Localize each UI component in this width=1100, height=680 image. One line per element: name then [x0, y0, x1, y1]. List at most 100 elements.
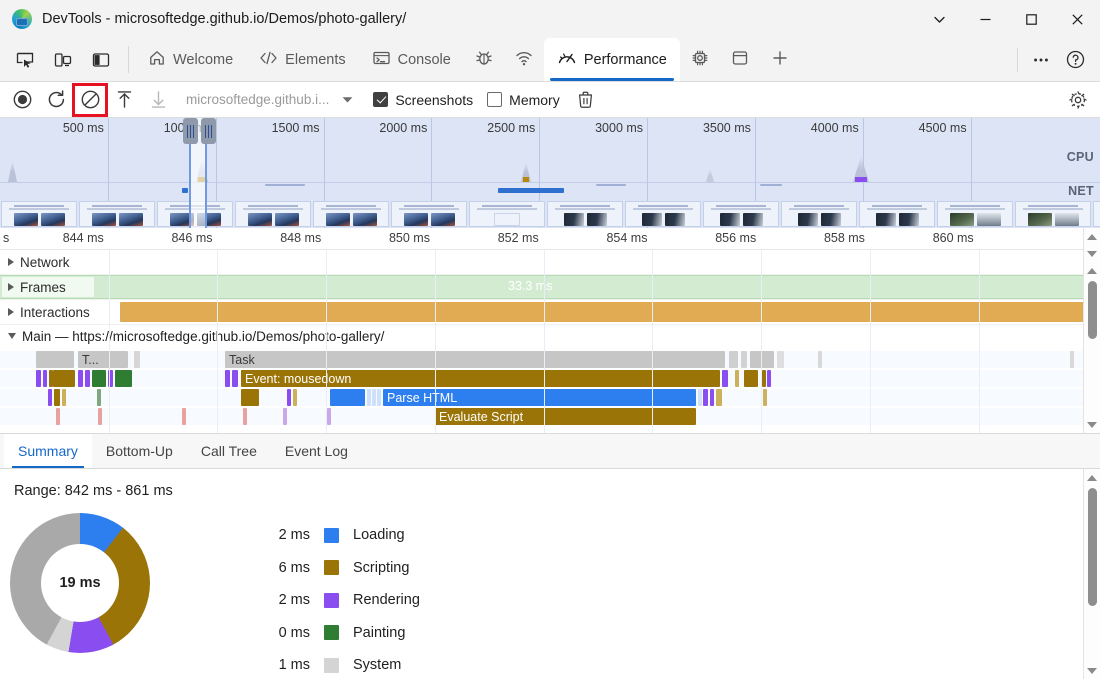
chevron-down-icon[interactable]: [335, 86, 359, 114]
filmstrip-screenshot[interactable]: [1, 201, 77, 227]
filmstrip-screenshot[interactable]: [391, 201, 467, 227]
flame-event-bar[interactable]: T...: [78, 351, 128, 368]
flame-event-bar-small[interactable]: [48, 389, 52, 406]
scroll-track[interactable]: [1084, 608, 1100, 662]
tab-elements[interactable]: Elements: [246, 38, 358, 81]
chevron-right-icon[interactable]: [8, 258, 14, 266]
flame-event-bar-small[interactable]: [92, 370, 106, 387]
flame-event-bar-small[interactable]: [85, 370, 90, 387]
legend-row[interactable]: 0 msPainting: [258, 617, 420, 650]
network-track[interactable]: Network: [0, 250, 1100, 275]
flame-event-bar-small[interactable]: [327, 408, 331, 425]
window-close-button[interactable]: [1054, 0, 1100, 38]
flame-event-bar-small[interactable]: [98, 408, 102, 425]
flame-event-bar-small[interactable]: [377, 389, 381, 406]
activity-donut-chart[interactable]: 19 ms: [10, 513, 162, 653]
flame-event-bar-small[interactable]: [741, 351, 747, 368]
clear-recording-button[interactable]: [74, 85, 106, 115]
tab-application[interactable]: [720, 38, 760, 81]
collect-garbage-icon[interactable]: [570, 85, 602, 115]
flame-event-bar-small[interactable]: [36, 351, 74, 368]
scroll-down-arrow-icon[interactable]: [1084, 245, 1100, 262]
tab-call-tree[interactable]: Call Tree: [187, 434, 271, 468]
tab-welcome[interactable]: Welcome: [135, 38, 246, 81]
scroll-page-down-arrow-icon[interactable]: [1084, 416, 1100, 433]
filmstrip-screenshot[interactable]: [235, 201, 311, 227]
tab-bottom-up[interactable]: Bottom-Up: [92, 434, 187, 468]
chevron-down-icon[interactable]: [8, 333, 16, 339]
screenshots-checkbox-box[interactable]: [373, 92, 388, 107]
flame-event-bar-small[interactable]: [56, 408, 60, 425]
tab-console[interactable]: Console: [359, 38, 464, 81]
timeline-tracks[interactable]: Network 33.3 ms Frames Interactions Main…: [0, 250, 1100, 433]
more-tools-icon[interactable]: [1024, 43, 1058, 77]
memory-checkbox-box[interactable]: [487, 92, 502, 107]
tab-network[interactable]: [504, 38, 544, 81]
flame-event-bar-small[interactable]: [735, 370, 739, 387]
flame-event-bar-small[interactable]: [134, 351, 140, 368]
flame-event-bar-small[interactable]: [763, 389, 767, 406]
legend-row[interactable]: 6 msScripting: [258, 552, 420, 585]
flame-event-bar-small[interactable]: [182, 408, 186, 425]
filmstrip-screenshot[interactable]: [1015, 201, 1091, 227]
flame-event-bar-small[interactable]: [232, 370, 238, 387]
tab-performance[interactable]: Performance: [544, 38, 680, 81]
flame-event-bar-small[interactable]: [372, 389, 376, 406]
device-emulation-icon[interactable]: [46, 43, 80, 77]
reload-and-record-button[interactable]: [40, 85, 72, 115]
flame-event-bar[interactable]: Event: mousedown: [241, 370, 720, 387]
memory-checkbox[interactable]: Memory: [487, 92, 560, 108]
flame-event-bar[interactable]: Task: [225, 351, 725, 368]
overview-filmstrip[interactable]: [0, 200, 1100, 228]
filmstrip-screenshot[interactable]: [859, 201, 935, 227]
tab-sources-debugger[interactable]: [464, 38, 504, 81]
flame-event-bar-small[interactable]: [283, 408, 287, 425]
chevron-right-icon[interactable]: [8, 283, 14, 291]
flame-event-bar-small[interactable]: [53, 370, 75, 387]
inspect-element-icon[interactable]: [8, 43, 42, 77]
screenshots-checkbox[interactable]: Screenshots: [373, 92, 473, 108]
flame-event-bar-small[interactable]: [330, 389, 365, 406]
filmstrip-screenshot[interactable]: [625, 201, 701, 227]
flame-event-bar-small[interactable]: [716, 389, 722, 406]
tab-summary[interactable]: Summary: [4, 434, 92, 468]
timeline-overview[interactable]: 500 ms1000 ms1500 ms2000 ms2500 ms3000 m…: [0, 118, 1100, 228]
flame-event-bar-small[interactable]: [729, 351, 738, 368]
interactions-track-header[interactable]: Interactions: [0, 300, 96, 324]
frames-track[interactable]: 33.3 ms Frames: [0, 275, 1100, 300]
flame-event-bar-small[interactable]: [241, 389, 259, 406]
flame-event-bar-small[interactable]: [710, 389, 714, 406]
flame-event-bar-small[interactable]: [777, 351, 784, 368]
flame-event-bar-small[interactable]: [767, 370, 771, 387]
dock-side-icon[interactable]: [84, 43, 118, 77]
flame-event-bar-small[interactable]: [78, 370, 83, 387]
flame-event-bar-small[interactable]: [293, 389, 297, 406]
legend-row[interactable]: 2 msRendering: [258, 584, 420, 617]
flame-event-bar-small[interactable]: [698, 389, 702, 406]
scroll-track[interactable]: [1084, 341, 1100, 416]
legend-row[interactable]: 1 msSystem: [258, 649, 420, 679]
flame-event-bar-small[interactable]: [762, 370, 766, 387]
scroll-up-arrow-icon[interactable]: [1084, 469, 1100, 486]
filmstrip-screenshot[interactable]: [1093, 201, 1100, 227]
flame-event-bar-small[interactable]: [225, 370, 230, 387]
overview-selection-handle-right[interactable]: [201, 118, 216, 144]
flame-event-bar-small[interactable]: [818, 351, 822, 368]
save-profile-button[interactable]: [142, 85, 174, 115]
flame-event-bar-small[interactable]: [62, 389, 66, 406]
flame-event-bar-small[interactable]: [43, 370, 47, 387]
interaction-bar[interactable]: [120, 302, 1100, 322]
filmstrip-screenshot[interactable]: [937, 201, 1013, 227]
timeline-scrollbar[interactable]: [1083, 228, 1100, 433]
flame-event-bar-small[interactable]: [367, 389, 371, 406]
flame-event-bar[interactable]: Parse HTML: [383, 389, 696, 406]
main-track-header[interactable]: Main — https://microsoftedge.github.io/D…: [0, 325, 1100, 347]
record-button[interactable]: [6, 85, 38, 115]
window-minimize-button[interactable]: [962, 0, 1008, 38]
flame-event-bar-small[interactable]: [243, 408, 247, 425]
flame-event-bar-small[interactable]: [1070, 351, 1074, 368]
overview-selection-handle-left[interactable]: [183, 118, 198, 144]
tab-event-log[interactable]: Event Log: [271, 434, 362, 468]
summary-scrollbar[interactable]: [1083, 469, 1100, 679]
flame-event-bar-small[interactable]: [97, 389, 101, 406]
